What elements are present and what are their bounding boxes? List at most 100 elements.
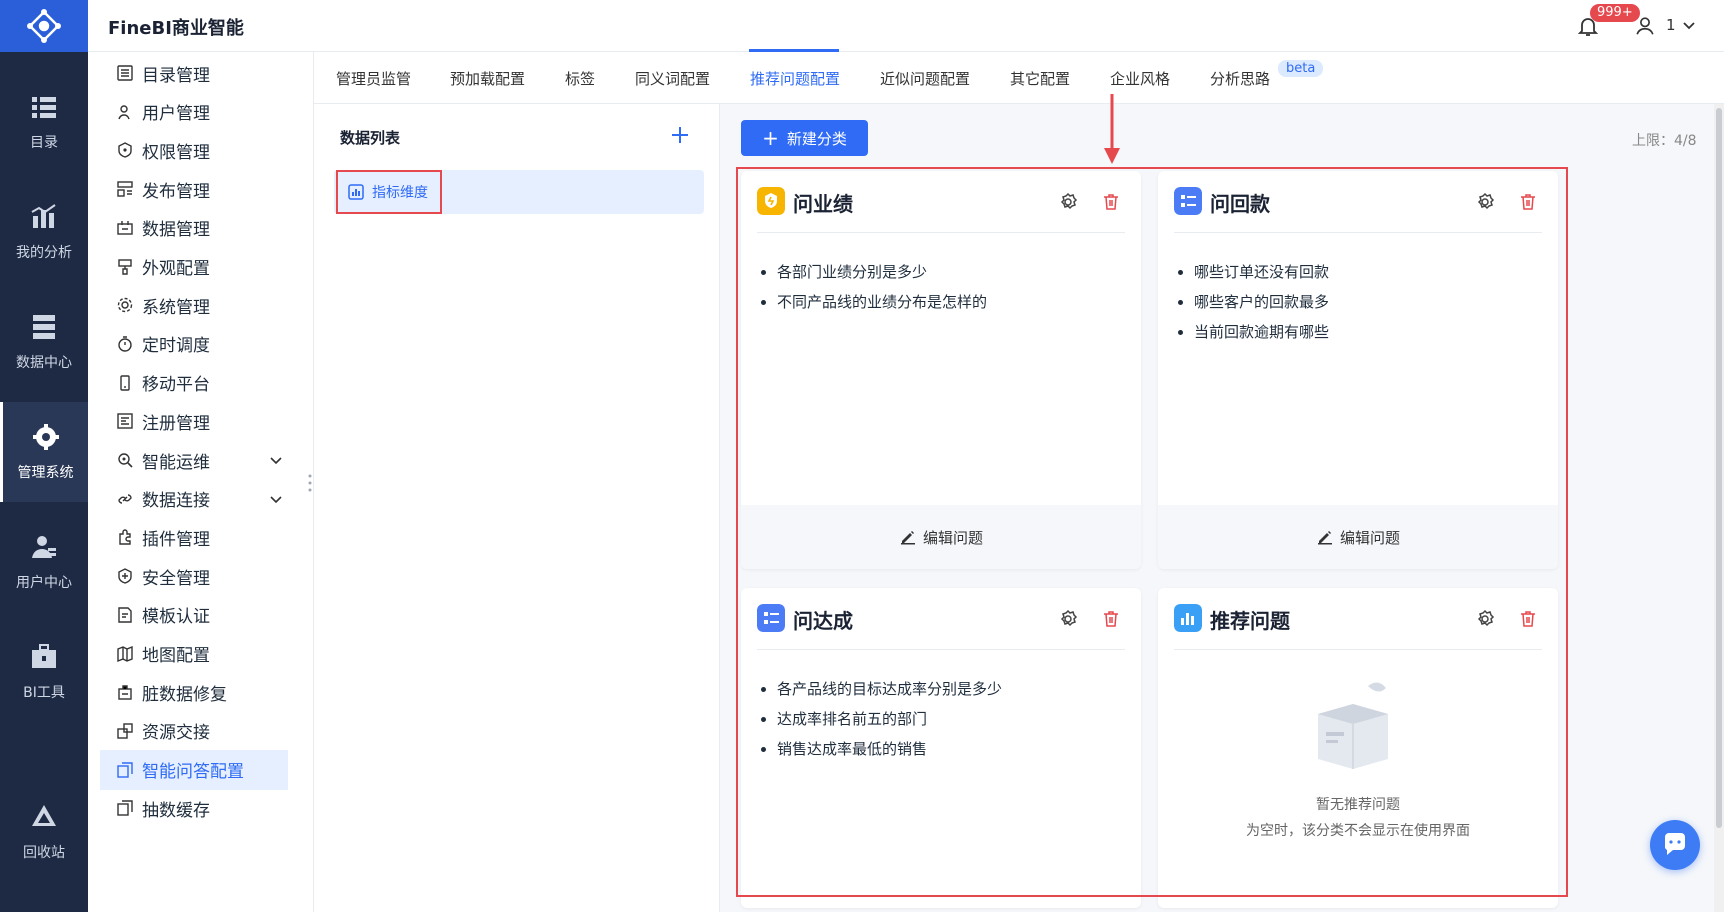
nav-item-recycle[interactable]: 回收站	[0, 782, 88, 882]
list-item-label: 指标维度	[372, 185, 428, 201]
mobile-icon	[120, 374, 130, 391]
admin-gear-icon	[32, 424, 59, 450]
sidebar-item-label: 系统管理	[142, 297, 210, 318]
analysis-icon	[31, 204, 56, 228]
sidebar-item-label: 模板认证	[142, 607, 210, 628]
nav-label: 数据中心	[16, 355, 72, 371]
sidebar-item-label: 插件管理	[142, 529, 210, 550]
sidebar-item[interactable]: 安全管理	[100, 556, 288, 596]
sidebar-item-label: 数据连接	[142, 491, 210, 512]
sidebar-item[interactable]: 外观配置	[100, 247, 288, 287]
user-icon	[118, 104, 130, 119]
tab-analysis-ideas[interactable]: 分析思路	[1210, 68, 1270, 89]
user-avatar-icon[interactable]	[1634, 15, 1656, 37]
sidebar-item[interactable]: 用户管理	[100, 92, 288, 132]
sidebar-item-label: 移动平台	[142, 375, 210, 396]
annotation-arrow-icon	[1104, 94, 1120, 164]
sidebar-item-label: 抽数缓存	[142, 800, 210, 821]
publish-icon	[117, 181, 133, 197]
plus-icon: +	[762, 126, 779, 150]
data-icon	[117, 220, 133, 235]
chevron-down-icon[interactable]	[268, 452, 284, 468]
list-icon	[117, 65, 133, 81]
notification-badge: 999+	[1590, 4, 1640, 22]
gear-icon	[117, 297, 133, 313]
qa-config-icon	[117, 761, 133, 778]
beta-badge: beta	[1278, 60, 1324, 77]
register-icon	[117, 413, 133, 429]
paint-icon	[118, 258, 132, 275]
tab-admin-monitor[interactable]: 管理员监管	[336, 68, 411, 89]
map-icon	[117, 645, 133, 662]
list-item-highlight[interactable]: 指标维度	[336, 170, 442, 214]
sidebar-item[interactable]: 数据管理	[100, 208, 288, 248]
nav-label: BI工具	[23, 685, 65, 701]
sidebar-item[interactable]: 目录管理	[100, 53, 288, 93]
sidebar-item[interactable]: 移动平台	[100, 363, 288, 403]
scrollbar-thumb[interactable]	[1716, 108, 1722, 828]
nav-item-data-center[interactable]: 数据中心	[0, 292, 88, 392]
nav-item-bi-tools[interactable]: BI工具	[0, 622, 88, 722]
sidebar-item[interactable]: 数据连接	[100, 479, 288, 519]
template-icon	[118, 607, 132, 623]
sidebar-item[interactable]: 插件管理	[100, 517, 288, 557]
tab-synonyms[interactable]: 同义词配置	[635, 68, 710, 89]
nav-label: 目录	[30, 135, 58, 151]
sidebar-item-label: 脏数据修复	[142, 684, 227, 705]
nav-item-admin[interactable]: 管理系统	[0, 402, 88, 502]
tab-other-config[interactable]: 其它配置	[1010, 68, 1070, 89]
nav-item-catalog[interactable]: 目录	[0, 72, 88, 172]
sidebar-item-label: 发布管理	[142, 181, 210, 202]
sidebar-item[interactable]: 脏数据修复	[100, 672, 288, 712]
sidebar-item[interactable]: 抽数缓存	[100, 788, 288, 828]
sidebar-item[interactable]: 定时调度	[100, 324, 288, 364]
ops-icon	[118, 453, 133, 468]
sidebar-item-label: 安全管理	[142, 568, 210, 589]
plugin-icon	[119, 529, 131, 546]
sidebar-item[interactable]: 智能运维	[100, 440, 288, 480]
tab-enterprise-style[interactable]: 企业风格	[1110, 68, 1170, 89]
sidebar-item-label: 定时调度	[142, 336, 210, 357]
chevron-down-icon[interactable]	[268, 491, 284, 507]
limit-text: 上限：4/8	[1632, 133, 1697, 149]
sidebar-item-label: 注册管理	[142, 413, 210, 434]
repair-icon	[118, 685, 132, 700]
nav-item-analysis[interactable]: 我的分析	[0, 182, 88, 282]
sidebar-item-label: 资源交接	[142, 723, 210, 744]
permission-icon	[118, 142, 132, 159]
tab-recommended-questions[interactable]: 推荐问题配置	[750, 68, 840, 89]
sidebar-item[interactable]: 地图配置	[100, 634, 288, 674]
add-icon[interactable]	[669, 124, 691, 146]
tab-tags[interactable]: 标签	[565, 68, 595, 89]
sidebar-item[interactable]: 智能问答配置	[100, 749, 288, 790]
new-category-button[interactable]: + 新建分类	[741, 120, 868, 156]
user-name[interactable]: 1	[1666, 16, 1676, 34]
catalog-icon	[32, 97, 56, 118]
logo-icon	[27, 9, 61, 43]
sidebar-item[interactable]: 资源交接	[100, 711, 288, 751]
nav-label: 回收站	[23, 845, 65, 861]
tab-similar-questions[interactable]: 近似问题配置	[880, 68, 970, 89]
primary-nav: 目录 我的分析 数据中心 管理系统 用户中心 BI工具 回收站	[0, 52, 88, 912]
sidebar-item[interactable]: 权限管理	[100, 130, 288, 170]
tab-preload[interactable]: 预加载配置	[450, 68, 525, 89]
sidebar-item[interactable]: 系统管理	[100, 285, 288, 325]
recycle-icon	[32, 805, 56, 826]
app-logo[interactable]	[0, 0, 88, 52]
nav-item-user-center[interactable]: 用户中心	[0, 512, 88, 612]
chevron-down-icon[interactable]	[1680, 17, 1698, 35]
data-center-icon	[33, 315, 55, 339]
sidebar-item-label: 外观配置	[142, 259, 210, 279]
sidebar-item-label: 智能问答配置	[142, 762, 244, 783]
user-center-icon	[32, 536, 56, 558]
shield-icon	[118, 568, 132, 584]
link-icon	[118, 493, 132, 504]
assistant-chat-button[interactable]	[1650, 820, 1700, 870]
sidebar-item[interactable]: 模板认证	[100, 595, 288, 635]
metrics-icon	[348, 184, 364, 200]
top-header: FineBI商业智能 999+ 1	[0, 0, 1724, 52]
sidebar-item[interactable]: 注册管理	[100, 401, 288, 441]
data-list-panel: 数据列表 指标维度	[314, 104, 720, 912]
highlight-frame	[736, 167, 1568, 897]
sidebar-item[interactable]: 发布管理	[100, 169, 288, 209]
